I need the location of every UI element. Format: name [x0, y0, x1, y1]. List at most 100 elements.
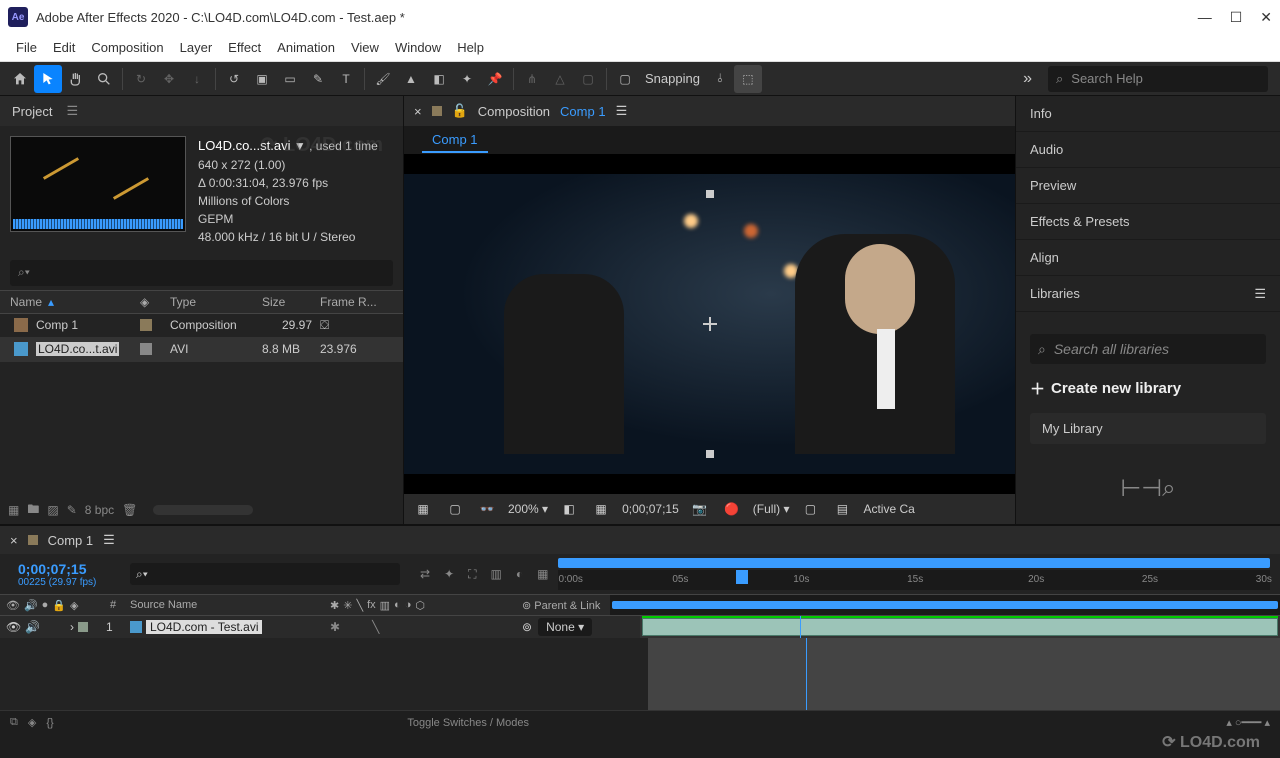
toggle-mask-icon[interactable]: 👓 [476, 500, 498, 518]
audio-icon[interactable]: 🔊 [24, 599, 38, 612]
transform-handle[interactable] [706, 450, 714, 458]
fast-preview-icon[interactable]: ▢ [799, 500, 821, 518]
project-row-footage[interactable]: LO4D.co...t.avi AVI 8.8 MB 23.976 [0, 338, 403, 362]
new-comp-icon[interactable]: ▨ [47, 503, 58, 517]
motion-blur-icon[interactable]: ◐ [516, 567, 523, 582]
channel-icon[interactable]: 🔴 [721, 500, 743, 518]
menu-layer[interactable]: Layer [172, 40, 221, 55]
rect-tool[interactable]: ▣ [248, 65, 276, 93]
shy-switch[interactable]: ✱ [330, 620, 340, 634]
brush-tool[interactable]: 🖌 [369, 65, 397, 93]
close-tab-icon[interactable]: × [414, 104, 422, 119]
menu-animation[interactable]: Animation [269, 40, 343, 55]
composition-viewer[interactable] [404, 154, 1015, 494]
label-column-icon[interactable]: ◈ [140, 295, 170, 309]
transform-handle[interactable] [706, 190, 714, 198]
snap-bounds-icon[interactable]: ⬚ [734, 65, 762, 93]
active-comp-name[interactable]: Comp 1 [560, 104, 606, 119]
shape-rect-tool[interactable]: ▭ [276, 65, 304, 93]
playhead[interactable] [736, 570, 748, 584]
roto-brush-tool[interactable]: ✦ [453, 65, 481, 93]
grid-icon[interactable]: ▦ [590, 500, 612, 518]
panel-align[interactable]: Align [1016, 240, 1280, 276]
shy-icon[interactable]: ⛶ [468, 567, 476, 582]
graph-editor-icon[interactable]: ▦ [537, 567, 548, 582]
quality-switch[interactable]: ╲ [372, 620, 379, 634]
timeline-icon[interactable]: ▤ [831, 500, 853, 518]
work-area-bar[interactable] [558, 558, 1270, 568]
time-ruler[interactable]: 0:00s 05s 10s 15s 20s 25s 30s [558, 570, 1270, 590]
toggle-switches-icon[interactable]: ⧉ [10, 716, 18, 729]
panel-libraries[interactable]: Libraries ☰ [1016, 276, 1280, 312]
panel-info[interactable]: Info [1016, 96, 1280, 132]
puppet-pin-tool[interactable]: 📌 [481, 65, 509, 93]
my-library-item[interactable]: My Library [1030, 413, 1266, 444]
zoom-tool[interactable] [90, 65, 118, 93]
rotate-tool[interactable]: ↻ [127, 65, 155, 93]
panel-menu-icon[interactable]: ☰ [103, 532, 115, 548]
panel-audio[interactable]: Audio [1016, 132, 1280, 168]
color-label[interactable] [78, 622, 88, 632]
libraries-search-input[interactable]: ⌕ Search all libraries [1030, 334, 1266, 364]
project-tab[interactable]: Project [12, 104, 52, 119]
project-row-comp[interactable]: Comp 1 Composition 29.97 ⛋ [0, 314, 403, 338]
panel-menu-icon[interactable]: ☰ [66, 103, 78, 119]
frame-blend-icon[interactable]: ▥ [380, 599, 390, 612]
sort-arrow-icon[interactable]: ▴ [48, 295, 54, 309]
lock-icon[interactable]: 🔒 [52, 599, 66, 612]
expand-icon[interactable]: › [70, 620, 74, 634]
close-tab-icon[interactable]: × [10, 533, 18, 548]
label-icon[interactable]: ◈ [70, 600, 78, 612]
unified-camera-tool[interactable]: ✥ [155, 65, 183, 93]
panel-effects-presets[interactable]: Effects & Presets [1016, 204, 1280, 240]
footage-thumbnail[interactable] [10, 136, 186, 232]
video-visibility-icon[interactable]: 👁 [6, 620, 21, 634]
panel-preview[interactable]: Preview [1016, 168, 1280, 204]
minimize-button[interactable]: — [1198, 9, 1212, 26]
roi-icon[interactable]: ◧ [558, 500, 580, 518]
menu-window[interactable]: Window [387, 40, 449, 55]
toggle-transparency-icon[interactable]: ▢ [444, 500, 466, 518]
menu-file[interactable]: File [8, 40, 45, 55]
menu-view[interactable]: View [343, 40, 387, 55]
toggle-switches-modes-button[interactable]: Toggle Switches / Modes [407, 717, 529, 729]
adjustment-icon[interactable]: ✎ [67, 503, 77, 517]
anchor-point-icon[interactable] [703, 317, 717, 331]
bpc-toggle[interactable]: 8 bpc [85, 503, 114, 517]
layer-name[interactable]: LO4D.com - Test.avi [146, 620, 262, 634]
adjustment-icon[interactable]: ◑ [405, 599, 412, 612]
timeline-search-input[interactable]: ⌕▾ [130, 563, 400, 585]
close-button[interactable]: ✕ [1260, 9, 1272, 26]
delete-icon[interactable]: 🗑 [122, 503, 137, 517]
snap-icon[interactable]: ▢ [611, 65, 639, 93]
project-search-input[interactable]: ⌕▾ [10, 260, 393, 286]
pickwhip-icon[interactable]: ⊚ [522, 620, 532, 634]
panel-menu-icon[interactable]: ☰ [616, 103, 628, 119]
3d-layer-icon[interactable]: ⬡ [415, 599, 425, 612]
clone-stamp-tool[interactable]: ▲ [397, 65, 425, 93]
new-folder-icon[interactable]: 🖿 [27, 500, 39, 521]
draft-3d-icon[interactable]: ✦ [444, 567, 454, 582]
motion-blur-icon[interactable]: ◐ [394, 599, 401, 612]
layer-clip[interactable] [642, 618, 1278, 636]
3d-box-icon[interactable]: ▢ [574, 65, 602, 93]
menu-help[interactable]: Help [449, 40, 492, 55]
quality-icon[interactable]: ╲ [356, 599, 363, 612]
flowchart-icon[interactable]: ⛋ [320, 318, 329, 332]
3d-plane-icon[interactable]: △ [546, 65, 574, 93]
interpret-footage-icon[interactable]: ▦ [8, 503, 19, 517]
comp-mini-flowchart-icon[interactable]: ⇄ [420, 567, 430, 582]
pan-behind-tool[interactable]: ↓ [183, 65, 211, 93]
timeline-tab[interactable]: Comp 1 [48, 533, 94, 548]
current-time-display[interactable]: 0;00;07;15 00225 (29.97 fps) [0, 561, 110, 588]
pen-tool[interactable]: ✎ [304, 65, 332, 93]
eraser-tool[interactable]: ◧ [425, 65, 453, 93]
collapse-icon[interactable]: ✳ [343, 599, 352, 612]
menu-effect[interactable]: Effect [220, 40, 269, 55]
video-visibility-icon[interactable]: 👁 [6, 599, 20, 612]
zoom-dropdown[interactable]: 200% ▾ [508, 502, 548, 516]
overflow-icon[interactable]: » [1023, 70, 1032, 88]
lock-icon[interactable]: 🔓 [452, 103, 468, 119]
layer-track[interactable] [640, 616, 1280, 638]
brackets-icon[interactable]: {} [46, 717, 53, 729]
